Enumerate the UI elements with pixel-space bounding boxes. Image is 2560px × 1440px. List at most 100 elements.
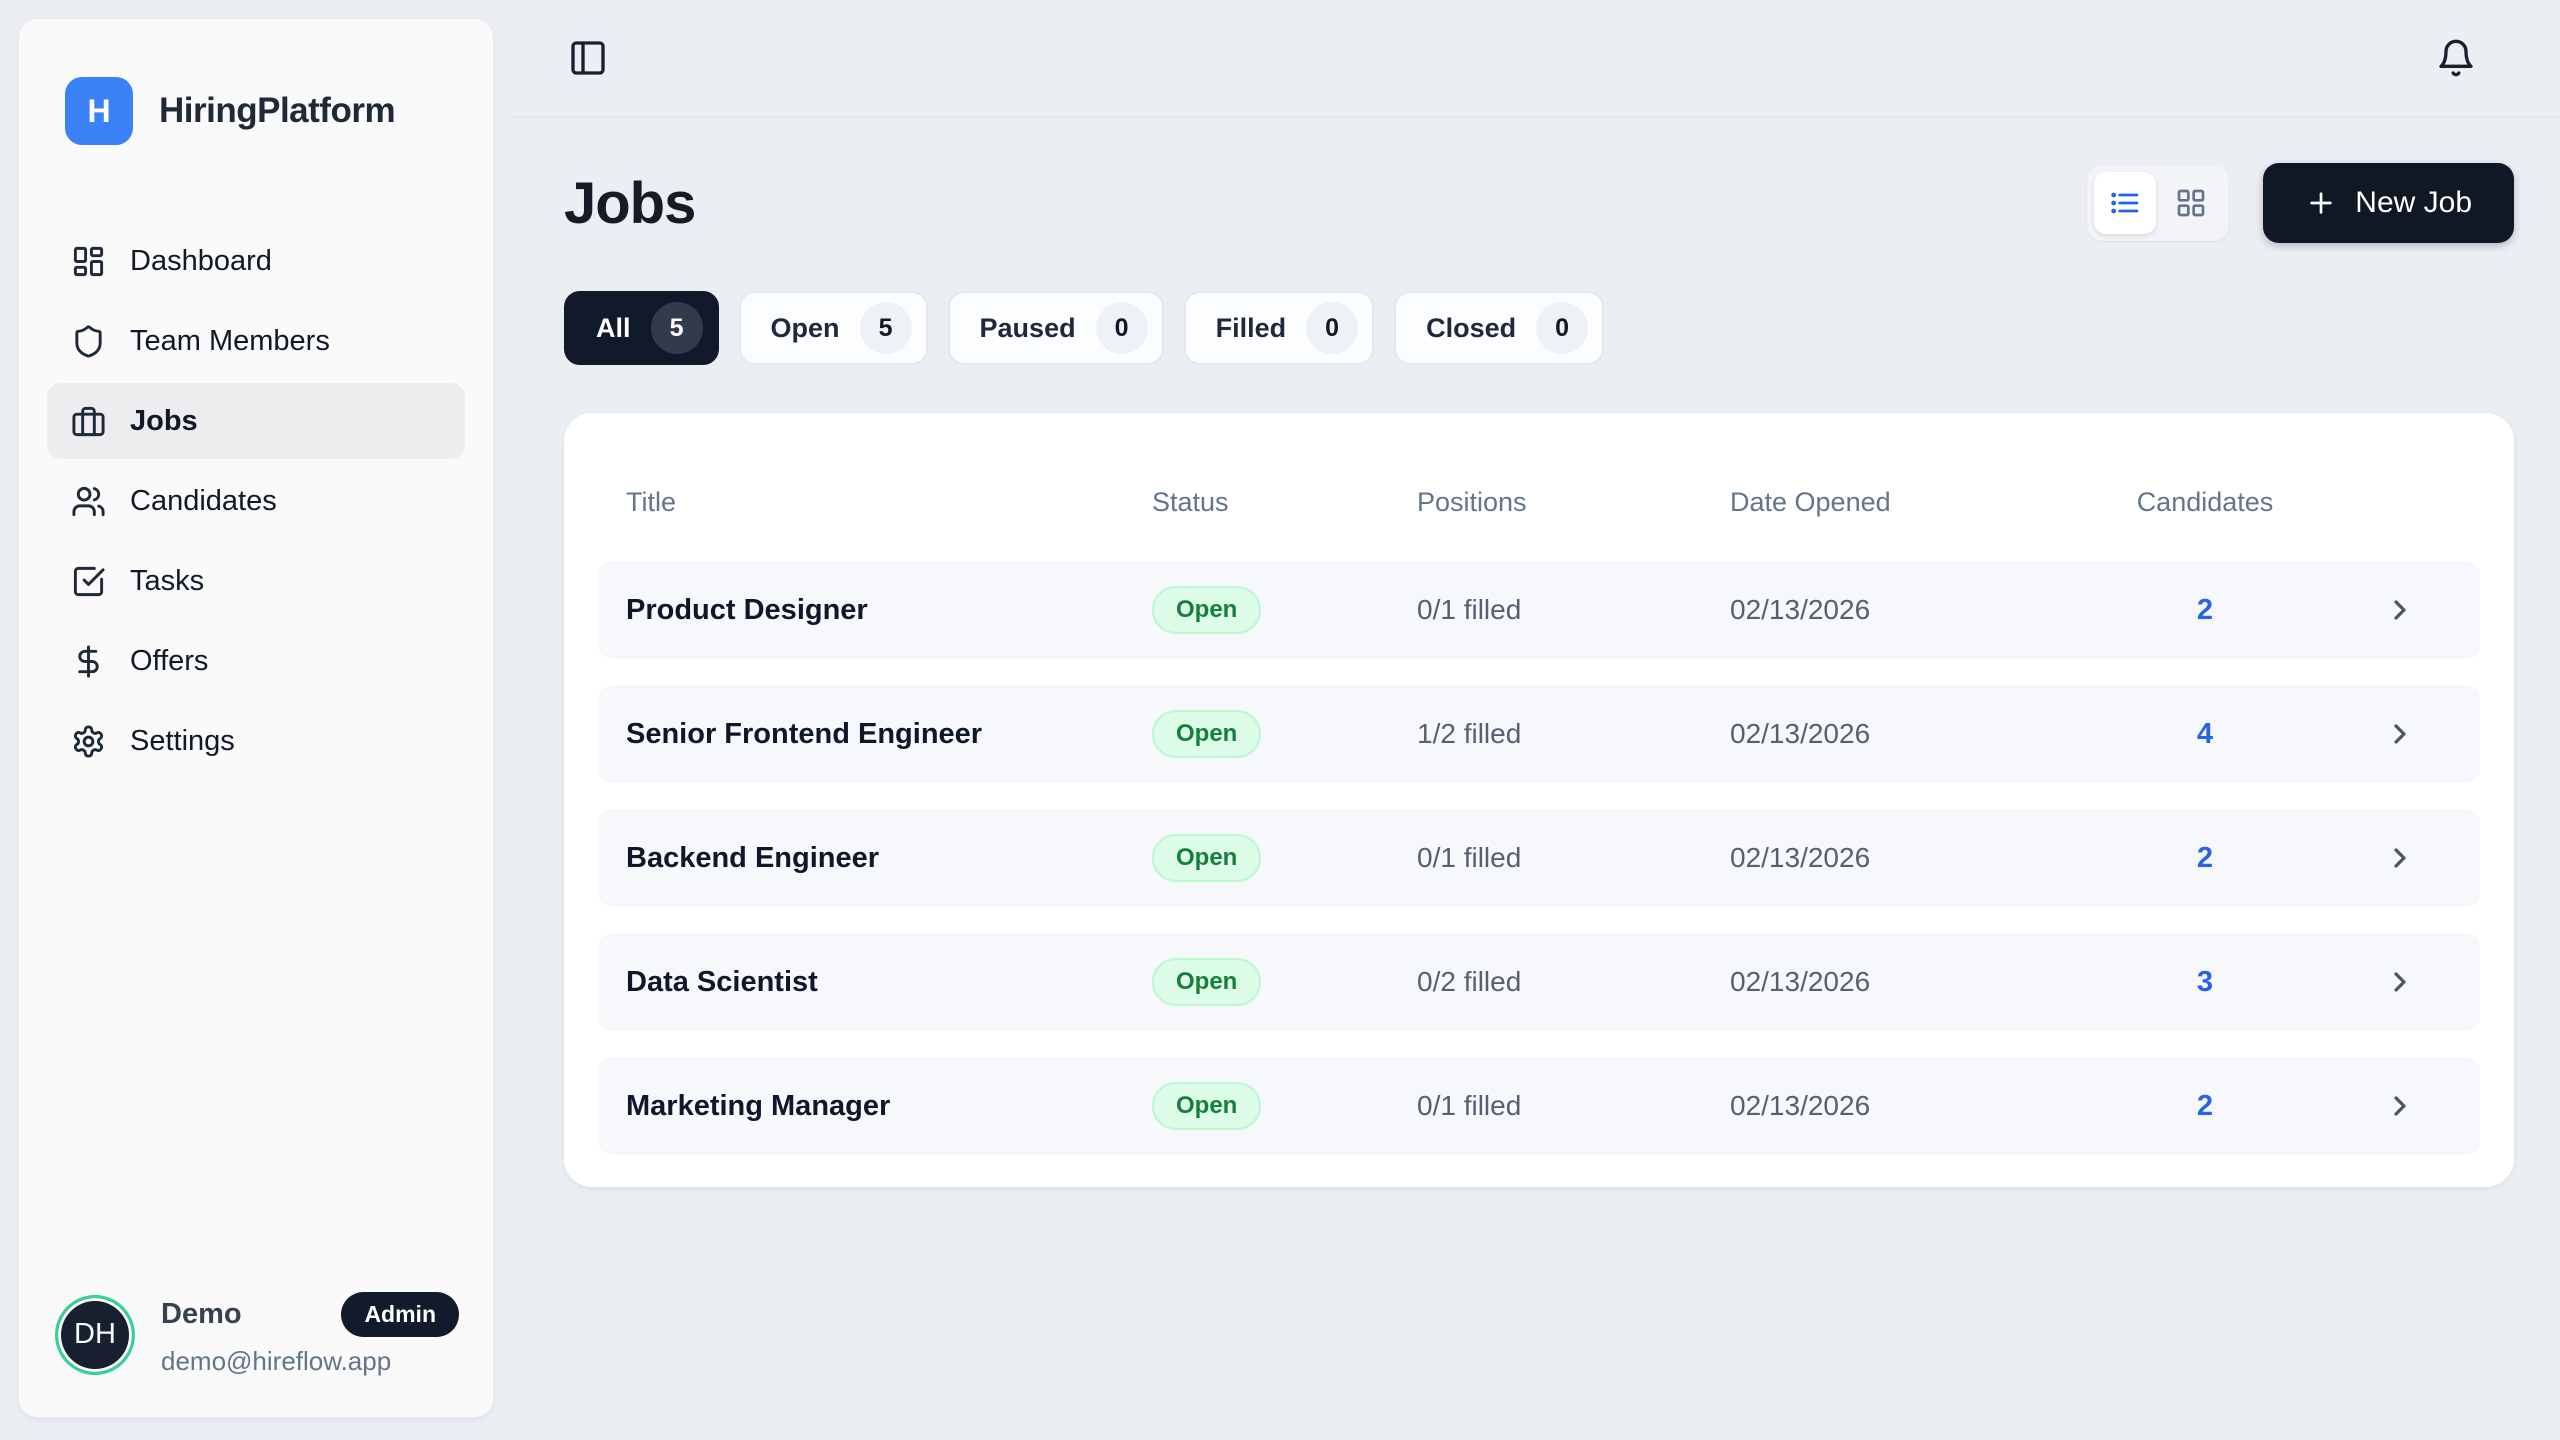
sidebar-nav: Dashboard Team Members Jobs Candidates — [19, 223, 493, 783]
sidebar-toggle-button[interactable] — [564, 34, 612, 82]
status-badge: Open — [1152, 586, 1261, 634]
avatar-initials: DH — [74, 1318, 116, 1351]
chevron-right-icon — [2384, 718, 2416, 750]
table-row[interactable]: Senior Frontend Engineer Open 1/2 filled… — [598, 685, 2480, 783]
sidebar-item-label: Candidates — [130, 485, 277, 518]
plus-icon — [2305, 187, 2337, 219]
table-row[interactable]: Marketing Manager Open 0/1 filled 02/13/… — [598, 1057, 2480, 1155]
briefcase-icon — [71, 404, 106, 439]
job-title: Product Designer — [626, 594, 1152, 627]
page-title: Jobs — [564, 170, 695, 237]
job-date-opened: 02/13/2026 — [1730, 594, 2090, 626]
status-badge: Open — [1152, 958, 1261, 1006]
status-badge: Open — [1152, 710, 1261, 758]
job-candidates-count[interactable]: 3 — [2090, 966, 2320, 999]
notifications-button[interactable] — [2432, 34, 2480, 82]
new-job-button[interactable]: New Job — [2263, 163, 2514, 243]
status-badge: Open — [1152, 834, 1261, 882]
column-header-positions: Positions — [1417, 487, 1730, 518]
filter-count-badge: 0 — [1536, 302, 1588, 354]
app-name: HiringPlatform — [159, 91, 395, 131]
job-date-opened: 02/13/2026 — [1730, 1090, 2090, 1122]
filter-all[interactable]: All 5 — [564, 291, 719, 365]
filter-filled[interactable]: Filled 0 — [1184, 291, 1375, 365]
column-header-status: Status — [1152, 487, 1417, 518]
sidebar-item-jobs[interactable]: Jobs — [47, 383, 465, 459]
column-header-candidates: Candidates — [2090, 487, 2320, 518]
status-badge: Open — [1152, 1082, 1261, 1130]
list-icon — [2109, 187, 2141, 219]
avatar: DH — [55, 1295, 135, 1375]
sidebar-item-label: Settings — [130, 725, 235, 758]
job-title: Senior Frontend Engineer — [626, 718, 1152, 751]
users-icon — [71, 484, 106, 519]
job-title: Data Scientist — [626, 966, 1152, 999]
sidebar-item-label: Tasks — [130, 565, 204, 598]
user-info: Demo Admin demo@hireflow.app — [161, 1292, 459, 1377]
table-row[interactable]: Backend Engineer Open 0/1 filled 02/13/2… — [598, 809, 2480, 907]
filter-count-badge: 5 — [860, 302, 912, 354]
job-positions: 0/2 filled — [1417, 966, 1730, 998]
filter-count-badge: 0 — [1306, 302, 1358, 354]
topbar — [508, 0, 2560, 118]
app-logo: H HiringPlatform — [19, 19, 493, 145]
table-row[interactable]: Product Designer Open 0/1 filled 02/13/2… — [598, 561, 2480, 659]
filter-label: Paused — [980, 313, 1076, 344]
job-date-opened: 02/13/2026 — [1730, 966, 2090, 998]
status-filters: All 5 Open 5 Paused 0 Filled 0 Closed 0 — [564, 291, 2514, 365]
sidebar-item-offers[interactable]: Offers — [47, 623, 465, 699]
filter-closed[interactable]: Closed 0 — [1394, 291, 1604, 365]
column-header-title: Title — [626, 487, 1152, 518]
sidebar-item-label: Offers — [130, 645, 208, 678]
role-badge: Admin — [341, 1292, 459, 1337]
layout-grid-icon — [2175, 187, 2207, 219]
job-positions: 0/1 filled — [1417, 842, 1730, 874]
job-positions: 1/2 filled — [1417, 718, 1730, 750]
layout-dashboard-icon — [71, 244, 106, 279]
sidebar-item-label: Jobs — [130, 405, 198, 438]
user-profile: DH Demo Admin demo@hireflow.app — [19, 1262, 493, 1417]
main-area: Jobs — [508, 0, 2560, 1440]
chevron-right-icon — [2384, 1090, 2416, 1122]
chevron-right-icon — [2384, 966, 2416, 998]
job-title: Backend Engineer — [626, 842, 1152, 875]
job-positions: 0/1 filled — [1417, 1090, 1730, 1122]
filter-count-badge: 0 — [1096, 302, 1148, 354]
user-name: Demo — [161, 1298, 242, 1331]
sidebar-item-team-members[interactable]: Team Members — [47, 303, 465, 379]
filter-label: All — [596, 313, 631, 344]
chevron-right-icon — [2384, 594, 2416, 626]
sidebar-item-candidates[interactable]: Candidates — [47, 463, 465, 539]
gear-icon — [71, 724, 106, 759]
app-logo-letter: H — [87, 93, 110, 130]
table-row[interactable]: Data Scientist Open 0/2 filled 02/13/202… — [598, 933, 2480, 1031]
sidebar-item-label: Dashboard — [130, 245, 272, 278]
list-view-button[interactable] — [2094, 172, 2156, 234]
job-candidates-count[interactable]: 2 — [2090, 1090, 2320, 1123]
job-date-opened: 02/13/2026 — [1730, 718, 2090, 750]
page-content: Jobs — [508, 118, 2560, 1187]
jobs-table-card: Title Status Positions Date Opened Candi… — [564, 413, 2514, 1187]
filter-label: Open — [771, 313, 840, 344]
filter-paused[interactable]: Paused 0 — [948, 291, 1164, 365]
column-header-date-opened: Date Opened — [1730, 487, 2090, 518]
job-title: Marketing Manager — [626, 1090, 1152, 1123]
check-square-icon — [71, 564, 106, 599]
sidebar-item-settings[interactable]: Settings — [47, 703, 465, 779]
job-candidates-count[interactable]: 2 — [2090, 594, 2320, 627]
job-date-opened: 02/13/2026 — [1730, 842, 2090, 874]
filter-label: Filled — [1216, 313, 1287, 344]
view-toggle — [2087, 165, 2229, 241]
sidebar-item-dashboard[interactable]: Dashboard — [47, 223, 465, 299]
sidebar-item-tasks[interactable]: Tasks — [47, 543, 465, 619]
job-candidates-count[interactable]: 2 — [2090, 842, 2320, 875]
sidebar-item-label: Team Members — [130, 325, 330, 358]
filter-open[interactable]: Open 5 — [739, 291, 928, 365]
filter-label: Closed — [1426, 313, 1516, 344]
grid-view-button[interactable] — [2160, 172, 2222, 234]
table-header: Title Status Positions Date Opened Candi… — [598, 443, 2480, 561]
bell-icon — [2436, 38, 2476, 78]
user-email: demo@hireflow.app — [161, 1346, 459, 1377]
dollar-icon — [71, 644, 106, 679]
job-candidates-count[interactable]: 4 — [2090, 718, 2320, 751]
